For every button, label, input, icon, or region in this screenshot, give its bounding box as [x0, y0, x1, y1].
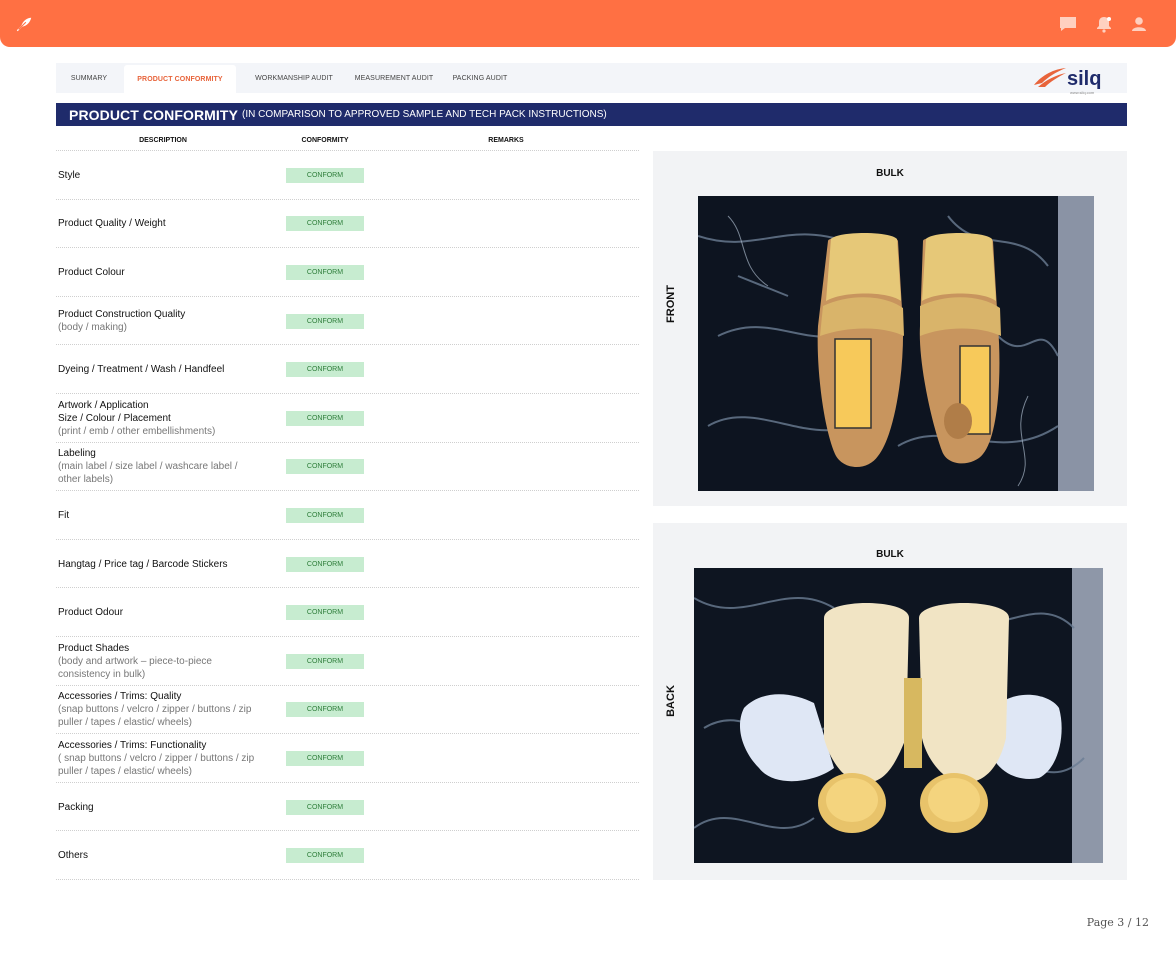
- chat-icon[interactable]: [1058, 14, 1078, 34]
- tab-product-conformity[interactable]: PRODUCT CONFORMITY: [124, 65, 236, 93]
- row-description: Product Construction Quality (body / maki…: [58, 308, 185, 334]
- row-title: Hangtag / Price tag / Barcode Stickers: [58, 558, 228, 570]
- section-banner: PRODUCT CONFORMITY (IN COMPARISON TO APP…: [56, 103, 1127, 126]
- conform-status-badge: CONFORM: [286, 556, 364, 572]
- row-subtitle: (main label / size label / washcare labe…: [58, 461, 238, 486]
- silq-logo: silq www.silq.com: [1032, 63, 1112, 97]
- conformity-row: Product Shades (body and artwork – piece-…: [56, 637, 639, 686]
- tab-measurement-audit[interactable]: MEASUREMENT AUDIT: [346, 63, 442, 93]
- bulk-front-photo: [698, 196, 1094, 491]
- row-description: Product Shades (body and artwork – piece-…: [58, 642, 212, 681]
- row-title: Product Colour: [58, 266, 125, 278]
- section-subtitle: (IN COMPARISON TO APPROVED SAMPLE AND TE…: [242, 109, 607, 120]
- row-description: Product Quality / Weight: [58, 217, 166, 230]
- conformity-row: Hangtag / Price tag / Barcode Stickers CO…: [56, 540, 639, 589]
- bulk-back-photo: [694, 568, 1103, 863]
- svg-text:silq: silq: [1067, 68, 1101, 90]
- row-description: Labeling (main label / size label / washc…: [58, 447, 238, 486]
- svg-text:www.silq.com: www.silq.com: [1070, 90, 1095, 95]
- conform-status-badge: CONFORM: [286, 313, 364, 329]
- conformity-row: Artwork / Application Size / Colour / Pl…: [56, 394, 639, 443]
- section-title: PRODUCT CONFORMITY: [69, 106, 239, 123]
- user-icon[interactable]: [1129, 14, 1149, 34]
- notification-bell-icon[interactable]: [1094, 14, 1114, 34]
- conformity-row: Fit CONFORM: [56, 491, 639, 540]
- conformity-row: Labeling (main label / size label / washc…: [56, 443, 639, 492]
- feather-logo-icon[interactable]: [15, 15, 33, 33]
- row-subtitle: (snap buttons / velcro / zipper / button…: [58, 704, 252, 729]
- report-tabs: SUMMARY PRODUCT CONFORMITY WORKMANSHIP A…: [56, 63, 1127, 93]
- row-subtitle: (print / emb / other embellishments): [58, 425, 216, 437]
- tab-workmanship-audit[interactable]: WORKMANSHIP AUDIT: [244, 63, 344, 93]
- row-title: Product Quality / Weight: [58, 218, 166, 230]
- conform-status-badge: CONFORM: [286, 216, 364, 232]
- row-subtitle: ( snap buttons / velcro / zipper / butto…: [58, 752, 255, 777]
- row-title: Accessories / Trims: Quality: [58, 691, 182, 703]
- conformity-row: Accessories / Trims: Quality (snap button…: [56, 686, 639, 735]
- conform-status-badge: CONFORM: [286, 605, 364, 621]
- row-title: Style: [58, 169, 81, 181]
- row-title: Packing: [58, 801, 94, 813]
- panel-title: BULK: [876, 549, 904, 560]
- row-title: Artwork / Application Size / Colour / Pl…: [58, 399, 171, 424]
- panel-title: BULK: [876, 168, 904, 179]
- conform-status-badge: CONFORM: [286, 410, 364, 426]
- view-label-front: FRONT: [665, 285, 677, 323]
- row-description: Fit: [58, 509, 69, 522]
- row-description: Others: [58, 849, 88, 862]
- conformity-row: Accessories / Trims: Functionality( snap…: [56, 734, 639, 783]
- conform-status-badge: CONFORM: [286, 507, 364, 523]
- bulk-front-panel: BULK FRONT: [653, 151, 1127, 506]
- row-description: Accessories / Trims: Functionality( snap…: [58, 739, 254, 778]
- page-indicator: Page 3 / 12: [1086, 916, 1149, 929]
- conformity-row: Product Colour CONFORM: [56, 248, 639, 297]
- row-description: Packing: [58, 801, 94, 814]
- column-header-remarks: REMARKS: [488, 137, 524, 144]
- conformity-row: Product Odour CONFORM: [56, 588, 639, 637]
- column-header-conformity: CONFORMITY: [301, 137, 349, 144]
- tab-summary[interactable]: SUMMARY: [56, 63, 122, 93]
- view-label-back: BACK: [665, 685, 677, 717]
- row-title: Others: [58, 850, 89, 862]
- conform-status-badge: CONFORM: [286, 702, 364, 718]
- conform-status-badge: CONFORM: [286, 167, 364, 183]
- conformity-row: Dyeing / Treatment / Wash / Handfeel CONF…: [56, 345, 639, 394]
- row-subtitle: (body and artwork – piece-to-piece consi…: [58, 655, 212, 680]
- row-title: Accessories / Trims: Functionality: [58, 739, 207, 751]
- conform-status-badge: CONFORM: [286, 264, 364, 280]
- row-description: Artwork / Application Size / Colour / Pl…: [58, 399, 215, 438]
- row-title: Dyeing / Treatment / Wash / Handfeel: [58, 364, 225, 376]
- conform-status-badge: CONFORM: [286, 750, 364, 766]
- conformity-row: Product Quality / Weight CONFORM: [56, 200, 639, 249]
- conformity-row: Product Construction Quality (body / maki…: [56, 297, 639, 346]
- row-description: Dyeing / Treatment / Wash / Handfeel: [58, 363, 224, 376]
- row-title: Fit: [58, 509, 70, 521]
- row-description: Accessories / Trims: Quality (snap button…: [58, 690, 251, 729]
- conform-status-badge: CONFORM: [286, 848, 364, 864]
- row-subtitle: (body / making): [58, 322, 127, 334]
- conformity-row: Style CONFORM: [56, 151, 639, 200]
- conformity-row: Others CONFORM: [56, 831, 639, 880]
- tab-packing-audit[interactable]: PACKING AUDIT: [444, 63, 516, 93]
- conform-status-badge: CONFORM: [286, 459, 364, 475]
- conformity-row: Packing CONFORM: [56, 783, 639, 832]
- conform-status-badge: CONFORM: [286, 799, 364, 815]
- conform-status-badge: CONFORM: [286, 653, 364, 669]
- bulk-back-panel: BULK BACK: [653, 523, 1127, 880]
- row-title: Product Odour: [58, 607, 124, 619]
- top-navigation-bar: [0, 0, 1176, 47]
- row-title: Labeling: [58, 448, 96, 460]
- row-description: Product Colour: [58, 266, 125, 279]
- row-description: Hangtag / Price tag / Barcode Stickers: [58, 558, 228, 571]
- row-description: Style: [58, 169, 80, 182]
- conform-status-badge: CONFORM: [286, 362, 364, 378]
- row-description: Product Odour: [58, 606, 123, 619]
- row-title: Product Shades: [58, 642, 130, 654]
- row-title: Product Construction Quality: [58, 309, 186, 321]
- column-header-description: DESCRIPTION: [139, 137, 187, 144]
